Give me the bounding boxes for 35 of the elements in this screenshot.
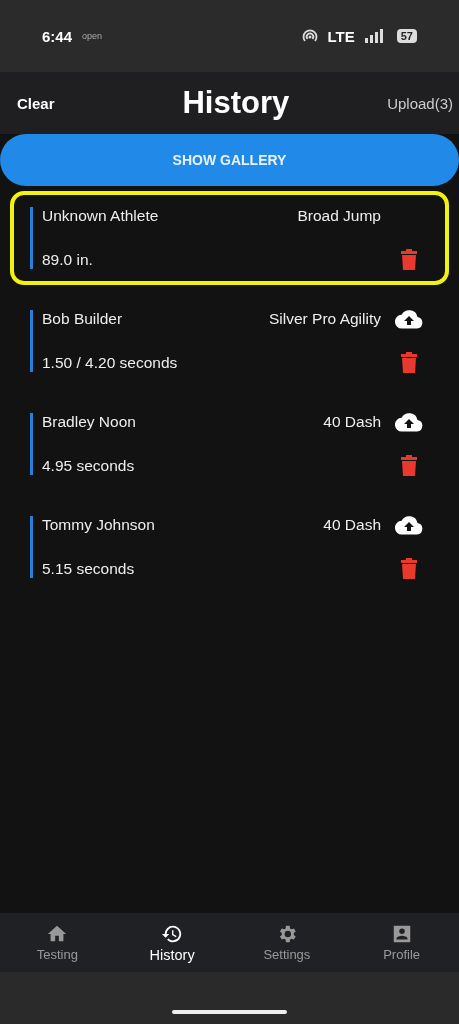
upload-cloud-icon[interactable] — [395, 412, 423, 432]
athlete-name: Unknown Athlete — [42, 207, 159, 225]
upload-button[interactable]: Upload(3) — [387, 94, 453, 112]
tab-bar-item[interactable]: Settings — [229, 913, 345, 972]
tab-bar-item[interactable]: History — [114, 913, 230, 972]
result-card[interactable]: Bradley Noon 40 Dash 4.95 seconds — [10, 397, 449, 491]
page-title: History — [182, 85, 290, 121]
battery-level: 57 — [396, 29, 417, 43]
delete-icon[interactable] — [401, 249, 417, 270]
test-name: 40 Dash — [323, 516, 381, 534]
result-value: 4.95 seconds — [42, 457, 135, 475]
delete-icon[interactable] — [401, 455, 417, 476]
clock: 6:44 — [42, 27, 73, 45]
test-name: Silver Pro Agility — [269, 310, 381, 328]
result-card[interactable]: Unknown Athlete Broad Jump 89.0 in. — [10, 191, 449, 285]
athlete-name: Bradley Noon — [42, 413, 136, 431]
upload-cloud-icon[interactable] — [395, 309, 423, 329]
result-card[interactable]: Tommy Johnson 40 Dash 5.15 seconds — [10, 500, 449, 594]
upload-cloud-icon[interactable] — [395, 515, 423, 535]
result-card[interactable]: Bob Builder Silver Pro Agility 1.50 / 4.20 seconds — [10, 294, 449, 388]
hotspot-icon — [301, 29, 318, 43]
test-name: 40 Dash — [323, 413, 381, 431]
clear-button[interactable]: Clear — [17, 94, 55, 112]
delete-icon[interactable] — [401, 352, 417, 373]
test-name: Broad Jump — [297, 207, 381, 225]
athlete-name: Bob Builder — [42, 310, 123, 328]
tab-bar-item[interactable]: Testing — [0, 913, 115, 972]
result-value: 89.0 in. — [42, 251, 93, 269]
delete-icon[interactable] — [401, 558, 417, 579]
tab-bar-item[interactable]: Profile — [344, 913, 459, 972]
notification-text: open — [82, 31, 103, 41]
result-value: 5.15 seconds — [42, 560, 135, 578]
result-value: 1.50 / 4.20 seconds — [42, 354, 178, 372]
network-type: LTE — [327, 27, 355, 45]
athlete-name: Tommy Johnson — [42, 516, 155, 534]
